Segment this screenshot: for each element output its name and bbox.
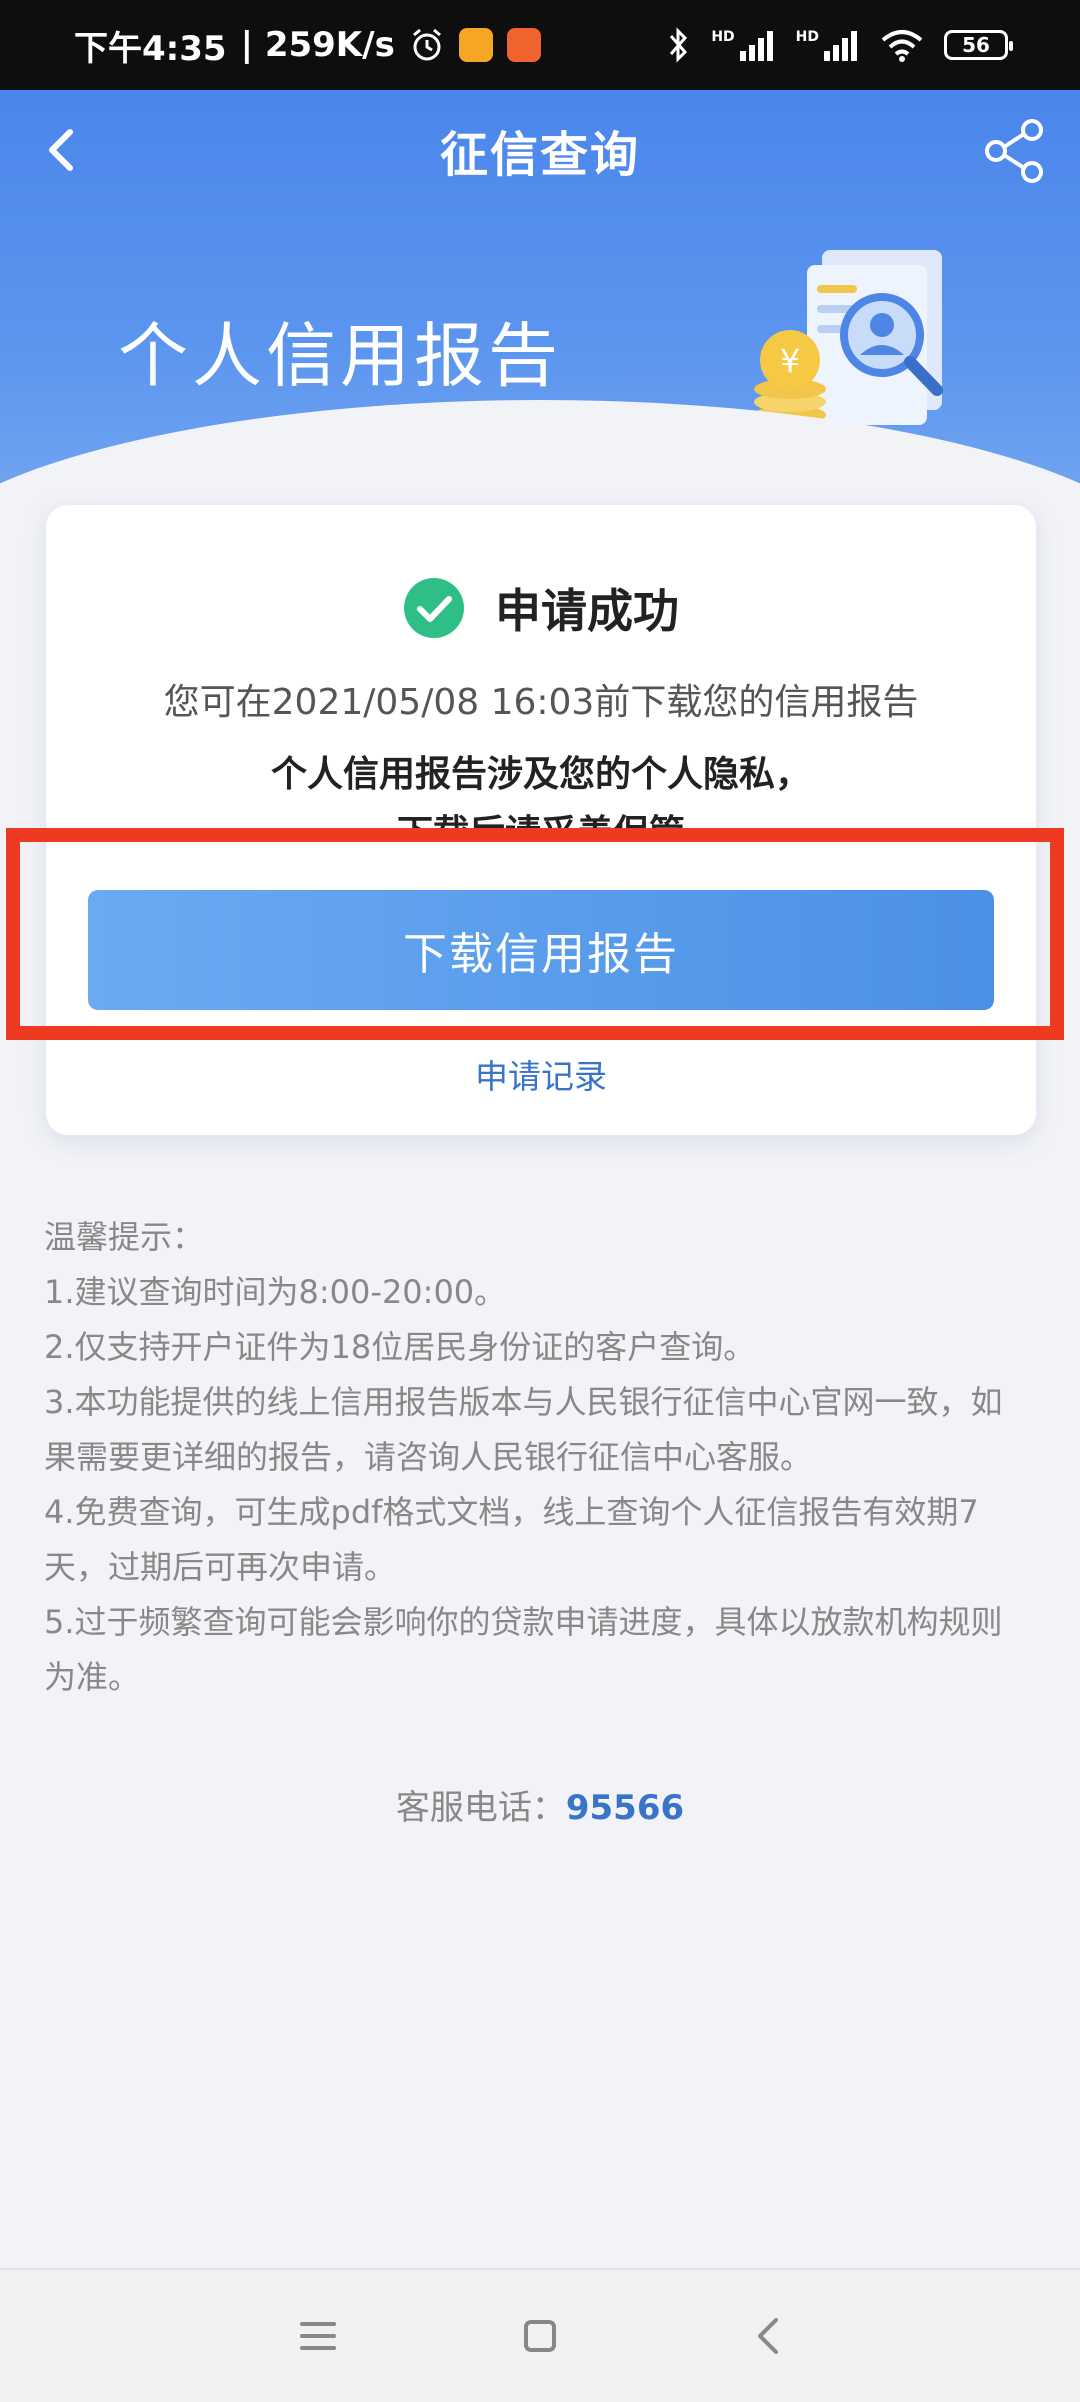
home-square-icon[interactable] [510, 2306, 570, 2366]
status-bar: 下午4:35 | 259K/s HD HD 56 [0, 0, 1080, 90]
signal-1: HD [711, 29, 775, 61]
signal-2: HD [796, 29, 860, 61]
tips-title: 温馨提示： [44, 1218, 205, 1256]
hero-banner: 征信查询 个人信用报告 ¥ [0, 90, 1080, 550]
back-triangle-icon[interactable] [738, 2306, 798, 2366]
status-right: HD HD 56 [667, 26, 1013, 64]
credit-report-illustration-icon: ¥ [754, 250, 943, 425]
red-highlight-box [6, 828, 1064, 1040]
svg-text:¥: ¥ [780, 342, 800, 380]
result-card: 申请成功 您可在2021/05/08 16:03前下载您的信用报告 个人信用报告… [46, 505, 1036, 1135]
tip-line: 为准。 [44, 1658, 141, 1696]
tip-line: 1.建议查询时间为8:00-20:00。 [44, 1273, 507, 1311]
bluetooth-icon [670, 27, 688, 63]
system-nav-bar [0, 2268, 1080, 2402]
network-type-label: HD [711, 29, 735, 45]
back-chevron-icon[interactable] [32, 120, 92, 180]
service-label: 客服电话： [395, 1788, 566, 1828]
tip-line: 4.免费查询，可生成pdf格式文档，线上查询个人征信报告有效期7 [44, 1493, 979, 1531]
tip-line: 果需要更详细的报告，请咨询人民银行征信中心客服。 [44, 1438, 813, 1476]
hero-title: 个人信用报告 [118, 315, 562, 397]
tips-section: 温馨提示： 1.建议查询时间为8:00-20:00。 2.仅支持开户证件为18位… [44, 1210, 1044, 1705]
privacy-notice-line1: 个人信用报告涉及您的个人隐私， [270, 754, 811, 795]
network-type-label: HD [795, 29, 819, 45]
tip-line: 2.仅支持开户证件为18位居民身份证的客户查询。 [44, 1328, 756, 1366]
wifi-icon [881, 30, 923, 62]
service-phone: 客服电话：95566 [0, 1780, 1080, 1829]
notification-app-icon-1 [458, 28, 493, 62]
tip-line: 5.过于频繁查询可能会影响你的贷款申请进度，具体以放款机构规则 [44, 1603, 1003, 1641]
share-icon[interactable] [980, 116, 1050, 186]
status-speed: | 259K/s [240, 25, 395, 65]
signal-icon-2 [824, 31, 857, 61]
alarm-icon [412, 28, 441, 61]
service-phone-number[interactable]: 95566 [566, 1788, 684, 1828]
tip-line: 3.本功能提供的线上信用报告版本与人民银行征信中心官网一致，如 [44, 1383, 1003, 1421]
notification-app-icon-2 [506, 28, 541, 62]
check-circle-icon [404, 578, 464, 638]
apply-record-link[interactable]: 申请记录 [46, 1050, 1036, 1098]
menu-icon[interactable] [288, 2306, 348, 2366]
success-title: 申请成功 [495, 584, 679, 638]
nav-bar-top: 征信查询 [0, 90, 1080, 210]
download-deadline: 您可在2021/05/08 16:03前下载您的信用报告 [163, 682, 919, 723]
status-time: 下午4:35 [74, 28, 227, 69]
tip-line: 天，过期后可再次申请。 [44, 1548, 397, 1586]
success-row: 申请成功 [46, 575, 1036, 641]
page-title: 征信查询 [439, 127, 640, 183]
battery-icon: 56 [944, 30, 1013, 60]
status-left: 下午4:35 | 259K/s [74, 21, 541, 70]
signal-icon-1 [739, 31, 773, 61]
